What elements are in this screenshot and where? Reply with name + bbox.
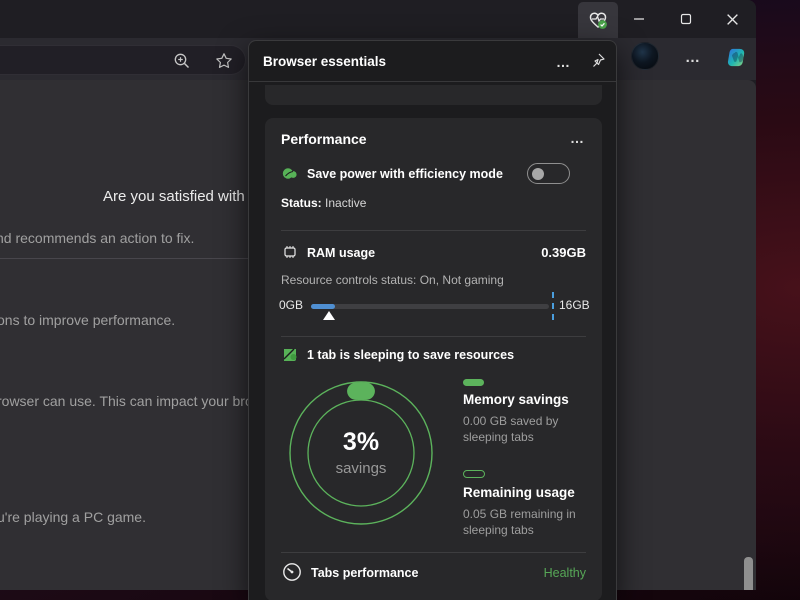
page-text-line: nd recommends an action to fix. xyxy=(0,230,194,246)
title-bar xyxy=(0,0,756,38)
performance-more-button[interactable]: … xyxy=(562,126,592,150)
memory-savings-swatch xyxy=(463,379,484,386)
page-scrollbar-thumb[interactable] xyxy=(744,557,753,590)
memory-savings-detail-1: 0.00 GB saved by xyxy=(463,414,558,428)
profile-avatar[interactable] xyxy=(631,42,659,70)
minimize-button[interactable] xyxy=(615,0,662,38)
browser-essentials-flyout: Browser essentials … Performance … Save … xyxy=(248,40,617,600)
flyout-more-button[interactable]: … xyxy=(549,49,577,75)
remaining-usage-swatch xyxy=(463,470,485,478)
minimize-icon xyxy=(633,13,645,25)
ram-limit-marker xyxy=(552,292,554,320)
page-text-line: rowser can use. This can impact your bro xyxy=(0,393,253,409)
heart-pulse-icon xyxy=(586,8,610,32)
desktop-wallpaper: … Are you satisfied with p nd recommends… xyxy=(0,0,800,600)
performance-heading: Performance xyxy=(281,131,367,147)
resource-controls-status: Resource controls status: On, Not gaming xyxy=(281,273,504,287)
flyout-title: Browser essentials xyxy=(263,54,386,69)
maximize-icon xyxy=(680,13,692,25)
page-text-line: u're playing a PC game. xyxy=(0,509,146,525)
close-icon xyxy=(726,13,739,26)
flyout-header: Browser essentials … xyxy=(249,41,616,82)
browser-essentials-button[interactable] xyxy=(578,2,618,38)
gauge-icon xyxy=(281,561,303,583)
remaining-usage-detail-1: 0.05 GB remaining in xyxy=(463,507,576,521)
efficiency-mode-label: Save power with efficiency mode xyxy=(307,167,503,181)
ram-slider-thumb[interactable] xyxy=(323,311,335,320)
toggle-knob xyxy=(532,168,544,180)
ram-slider-min-label: 0GB xyxy=(279,298,303,312)
savings-caption: savings xyxy=(311,460,411,477)
status-label: Status: xyxy=(281,196,322,210)
ram-usage-value: 0.39GB xyxy=(541,245,586,260)
efficiency-status: Status: Inactive xyxy=(281,196,366,210)
remaining-usage-detail-2: sleeping tabs xyxy=(463,523,534,537)
ram-slider-track[interactable] xyxy=(311,304,549,309)
sleeping-tabs-banner: 1 tab is sleeping to save resources xyxy=(307,348,514,362)
zoom-in-icon[interactable] xyxy=(173,52,191,70)
memory-savings-title: Memory savings xyxy=(463,392,569,407)
ram-slider-max-label: 16GB xyxy=(559,298,590,312)
memory-savings-detail-2: sleeping tabs xyxy=(463,430,534,444)
savings-percent: 3% xyxy=(311,428,411,457)
remaining-usage-title: Remaining usage xyxy=(463,485,575,500)
maximize-button[interactable] xyxy=(662,0,709,38)
sleeping-tab-leaf-icon xyxy=(281,345,299,363)
status-value: Inactive xyxy=(322,196,367,210)
ram-slider-fill xyxy=(311,304,335,309)
divider xyxy=(281,230,586,231)
page-text-heading: Are you satisfied with p xyxy=(103,188,257,205)
scrolled-card-partial xyxy=(265,85,602,105)
performance-card: Performance … Save power with efficiency… xyxy=(265,118,602,600)
copilot-icon[interactable] xyxy=(726,46,749,69)
address-bar[interactable] xyxy=(0,45,246,75)
ram-usage-label: RAM usage xyxy=(307,246,375,260)
ram-chip-icon xyxy=(281,243,299,261)
page-divider xyxy=(0,258,260,259)
efficiency-mode-icon xyxy=(281,164,299,182)
tabs-performance-label: Tabs performance xyxy=(311,566,418,580)
divider xyxy=(281,336,586,337)
close-button[interactable] xyxy=(709,0,756,38)
pin-button[interactable] xyxy=(583,49,611,75)
pin-icon xyxy=(589,52,606,69)
favorites-star-icon[interactable] xyxy=(215,52,233,70)
divider xyxy=(281,552,586,553)
tabs-performance-status: Healthy xyxy=(544,566,586,580)
window-controls xyxy=(615,0,756,38)
page-text-line: ons to improve performance. xyxy=(0,312,175,328)
settings-menu-button[interactable]: … xyxy=(680,40,706,74)
efficiency-mode-toggle[interactable] xyxy=(527,163,570,184)
